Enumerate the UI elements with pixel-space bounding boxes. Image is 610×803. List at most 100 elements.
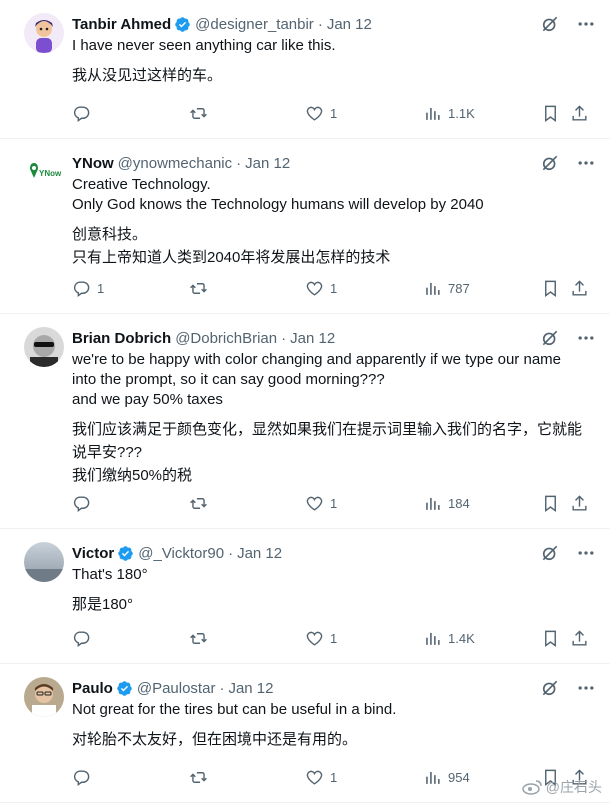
tweet-actions: 1 1.4K xyxy=(72,629,596,649)
tweet-line: and we pay 50% taxes xyxy=(72,391,223,408)
author-handle[interactable]: @DobrichBrian xyxy=(175,330,277,347)
share-icon xyxy=(572,630,587,646)
views-button[interactable]: 1.1K xyxy=(423,104,475,123)
views-count: 184 xyxy=(448,496,470,511)
like-button[interactable]: 1 xyxy=(305,279,337,298)
tweet-date[interactable]: Jan 12 xyxy=(290,330,335,347)
tweet-date[interactable]: Jan 12 xyxy=(327,16,372,33)
tweet-date[interactable]: Jan 12 xyxy=(245,155,290,172)
tweet-line: I have never seen anything car like this… xyxy=(72,37,336,54)
tweet-line: Only God knows the Technology humans wil… xyxy=(72,196,484,213)
reply-button[interactable]: 1 xyxy=(72,279,104,298)
tweet-brian[interactable]: Brian Dobrich @DobrichBrian · Jan 12 we'… xyxy=(0,314,610,529)
tweet-date[interactable]: Jan 12 xyxy=(228,680,273,697)
like-button[interactable]: 1 xyxy=(305,494,337,513)
like-button[interactable]: 1 xyxy=(305,629,337,648)
share-button[interactable] xyxy=(570,494,589,513)
tweet-line: we're to be happy with color changing an… xyxy=(72,351,561,368)
translation-line: 那是180° xyxy=(72,596,134,613)
share-button[interactable] xyxy=(570,629,589,648)
separator-dot: · xyxy=(317,15,323,33)
author-handle[interactable]: @Paulostar xyxy=(137,680,216,697)
views-icon xyxy=(426,107,440,120)
more-icon[interactable] xyxy=(576,328,596,348)
grok-icon[interactable] xyxy=(540,328,560,348)
reply-feed: Tanbir Ahmed @designer_tanbir · Jan 12 I… xyxy=(0,0,610,803)
author-name[interactable]: Paulo xyxy=(72,680,113,697)
verified-badge-icon xyxy=(174,16,191,33)
tweet-line: Creative Technology. xyxy=(72,176,211,193)
like-button[interactable]: 1 xyxy=(305,768,337,787)
avatar[interactable] xyxy=(24,677,64,717)
views-button[interactable]: 954 xyxy=(423,768,470,787)
tweet-content: Brian Dobrich @DobrichBrian · Jan 12 we'… xyxy=(72,327,596,487)
more-icon[interactable] xyxy=(576,678,596,698)
author-handle[interactable]: @_Vicktor90 xyxy=(138,545,224,562)
translation-line: 创意科技。 xyxy=(72,226,148,243)
reply-button[interactable] xyxy=(72,629,97,648)
translation-line: 我们缴纳50%的税 xyxy=(72,467,193,484)
reply-button[interactable] xyxy=(72,768,97,787)
retweet-button[interactable] xyxy=(189,768,214,787)
share-button[interactable] xyxy=(570,104,589,123)
share-button[interactable] xyxy=(570,279,589,298)
tweet-text: we're to be happy with color changing an… xyxy=(72,350,596,487)
tweet-top-actions xyxy=(540,153,596,173)
retweet-button[interactable] xyxy=(189,104,214,123)
tweet-top-actions xyxy=(540,678,596,698)
bookmark-icon xyxy=(545,280,556,298)
retweet-button[interactable] xyxy=(189,629,214,648)
translation-line: 只有上帝知道人类到2040年将发展出怎样的技术 xyxy=(72,249,391,266)
tweet-content: Paulo @Paulostar · Jan 12 Not great for … xyxy=(72,677,596,751)
reply-button[interactable] xyxy=(72,494,97,513)
like-count: 1 xyxy=(330,631,338,646)
like-button[interactable]: 1 xyxy=(305,104,337,123)
more-icon[interactable] xyxy=(576,14,596,34)
reply-button[interactable] xyxy=(72,104,97,123)
views-button[interactable]: 184 xyxy=(423,494,470,513)
grok-icon[interactable] xyxy=(540,543,560,563)
views-count: 1.1K xyxy=(448,106,475,121)
avatar[interactable] xyxy=(24,542,64,582)
tweet-content: Victor @_Vicktor90 · Jan 12 That's 180° … xyxy=(72,542,596,616)
avatar[interactable] xyxy=(24,327,64,367)
tweet-victor[interactable]: Victor @_Vicktor90 · Jan 12 That's 180° … xyxy=(0,529,610,664)
grok-icon[interactable] xyxy=(540,14,560,34)
author-name[interactable]: Brian Dobrich xyxy=(72,330,171,347)
bookmark-button[interactable] xyxy=(541,104,560,123)
views-button[interactable]: 787 xyxy=(423,279,470,298)
author-handle[interactable]: @ynowmechanic xyxy=(118,155,232,172)
author-handle[interactable]: @designer_tanbir xyxy=(195,16,314,33)
avatar[interactable]: YNow xyxy=(24,152,64,192)
weibo-icon xyxy=(522,780,542,795)
translation-line: 我们应该满足于颜色变化，显然如果我们在提示词里输入我们的名字，它就能 xyxy=(72,421,583,438)
grok-icon[interactable] xyxy=(540,153,560,173)
bookmark-button[interactable] xyxy=(541,494,560,513)
reply-count: 1 xyxy=(97,281,105,296)
bookmark-button[interactable] xyxy=(541,629,560,648)
verified-badge-icon xyxy=(117,545,134,562)
reply-icon xyxy=(73,496,90,513)
tweet-date[interactable]: Jan 12 xyxy=(237,545,282,562)
retweet-button[interactable] xyxy=(189,279,214,298)
tweet-actions: 1 184 xyxy=(72,494,596,514)
tweet-ynow[interactable]: YNow YNow @ynowmechanic · Jan 12 Creativ… xyxy=(0,139,610,314)
tweet-tanbir[interactable]: Tanbir Ahmed @designer_tanbir · Jan 12 I… xyxy=(0,0,610,139)
more-icon[interactable] xyxy=(576,543,596,563)
like-icon xyxy=(306,496,323,511)
views-count: 1.4K xyxy=(448,631,475,646)
translation-line: 对轮胎不太友好，但在困境中还是有用的。 xyxy=(72,731,358,748)
more-icon[interactable] xyxy=(576,153,596,173)
bookmark-button[interactable] xyxy=(541,279,560,298)
author-name[interactable]: Tanbir Ahmed xyxy=(72,16,171,33)
ynow-logo-text: YNow xyxy=(39,169,62,178)
retweet-button[interactable] xyxy=(189,494,214,513)
author-name[interactable]: YNow xyxy=(72,155,114,172)
author-name[interactable]: Victor xyxy=(72,545,114,562)
separator-dot: · xyxy=(228,544,234,562)
avatar[interactable] xyxy=(24,13,64,53)
views-button[interactable]: 1.4K xyxy=(423,629,475,648)
grok-icon[interactable] xyxy=(540,678,560,698)
tweet-paulo[interactable]: Paulo @Paulostar · Jan 12 Not great for … xyxy=(0,664,610,803)
like-count: 1 xyxy=(330,770,338,785)
